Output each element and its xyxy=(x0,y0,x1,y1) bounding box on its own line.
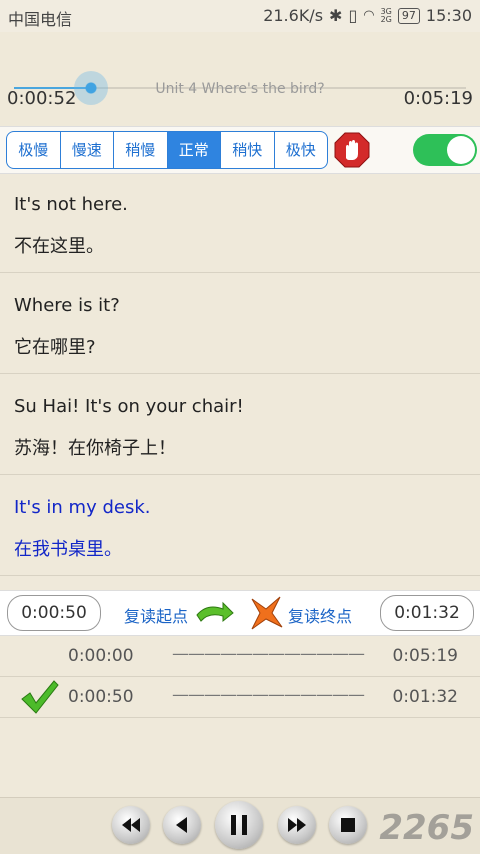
loop-toggle[interactable] xyxy=(413,134,477,166)
history-start: 0:00:50 xyxy=(68,687,134,707)
repeat-start-button[interactable]: 复读起点 xyxy=(124,603,188,627)
signal-icon: 3G 2G xyxy=(380,6,392,24)
history-dash: ———————————— xyxy=(172,644,365,664)
previous-button[interactable] xyxy=(163,806,201,844)
hand-stop-icon xyxy=(334,132,370,168)
speed-option-4[interactable]: 稍快 xyxy=(221,132,275,168)
rewind-button[interactable] xyxy=(112,806,150,844)
fast-forward-button[interactable] xyxy=(278,806,316,844)
pause-button[interactable] xyxy=(215,801,263,849)
speed-toolbar: 极慢 慢速 稍慢 正常 稍快 极快 xyxy=(0,126,480,174)
speed-option-3[interactable]: 正常 xyxy=(167,132,221,168)
clock: 15:30 xyxy=(425,6,472,25)
orange-cross-icon xyxy=(251,596,283,630)
sentence-chinese: 苏海！在你椅子上！ xyxy=(14,438,176,459)
repeat-start-time[interactable]: 0:00:50 xyxy=(7,595,101,631)
battery-level: 97 xyxy=(397,7,420,24)
pause-icon xyxy=(231,815,247,835)
sentence-item[interactable]: It's not here. 不在这里。 xyxy=(0,172,480,273)
speed-option-1[interactable]: 慢速 xyxy=(61,132,114,168)
sentence-chinese: 不在这里。 xyxy=(14,236,104,257)
stop-icon xyxy=(341,818,355,832)
history-row[interactable]: 0:00:00 ———————————— 0:05:19 xyxy=(0,636,480,677)
stop-button[interactable] xyxy=(329,806,367,844)
playback-controls: 2265 xyxy=(0,797,480,854)
wifi-icon: ◠ xyxy=(363,8,375,23)
sentence-english: Su Hai! It's on your chair! xyxy=(14,396,244,417)
sentence-english: It's in my desk. xyxy=(14,497,151,518)
sentence-list: It's not here. 不在这里。 Where is it? 它在哪里? Su H… xyxy=(0,172,480,576)
watermark-logo: 2265 xyxy=(379,808,474,848)
history-dash: ———————————— xyxy=(172,685,365,705)
carrier-label: 中国电信 xyxy=(8,10,73,29)
speed-option-2[interactable]: 稍慢 xyxy=(114,132,168,168)
check-icon xyxy=(21,680,59,714)
history-start: 0:00:00 xyxy=(68,646,134,666)
speed-selector: 极慢 慢速 稍慢 正常 稍快 极快 xyxy=(6,131,328,169)
total-time: 0:05:19 xyxy=(403,88,473,109)
status-bar: 中国电信 21.6K/s ✱ ▯ ◠ 3G 2G 97 15:30 xyxy=(0,0,480,32)
sentence-item[interactable]: It's in my desk. 在我书桌里。 xyxy=(0,475,480,576)
fast-forward-icon xyxy=(288,818,306,832)
sentence-chinese: 在我书桌里。 xyxy=(14,539,122,560)
sentence-chinese: 它在哪里? xyxy=(14,337,96,358)
net-speed: 21.6K/s xyxy=(263,6,324,25)
sentence-item[interactable]: Where is it? 它在哪里? xyxy=(0,273,480,374)
sentence-english: It's not here. xyxy=(14,194,128,215)
player-panel: 0:00:52 Unit 4 Where's the bird? 0:05:19 xyxy=(0,32,480,126)
sentence-item[interactable]: Su Hai! It's on your chair! 苏海！在你椅子上！ xyxy=(0,374,480,475)
repeat-end-button[interactable]: 复读终点 xyxy=(288,603,352,627)
sentence-english: Where is it? xyxy=(14,295,120,316)
stop-hand-button[interactable] xyxy=(334,132,370,168)
speed-option-5[interactable]: 极快 xyxy=(275,132,328,168)
history-end: 0:05:19 xyxy=(392,646,458,666)
history-end: 0:01:32 xyxy=(392,687,458,707)
vibrate-icon: ▯ xyxy=(348,6,358,25)
repeat-bar: 0:00:50 复读起点 复读终点 0:01:32 xyxy=(0,590,480,636)
rewind-icon xyxy=(122,818,140,832)
repeat-end-time[interactable]: 0:01:32 xyxy=(380,595,474,631)
green-arrow-icon xyxy=(196,601,234,623)
speed-option-0[interactable]: 极慢 xyxy=(7,132,61,168)
toggle-thumb xyxy=(447,136,475,164)
previous-icon xyxy=(176,817,187,833)
history-row[interactable]: 0:00:50 ———————————— 0:01:32 xyxy=(0,677,480,718)
repeat-history-list: 0:00:00 ———————————— 0:05:19 0:00:50 ———————… xyxy=(0,636,480,718)
bluetooth-icon: ✱ xyxy=(329,6,343,25)
